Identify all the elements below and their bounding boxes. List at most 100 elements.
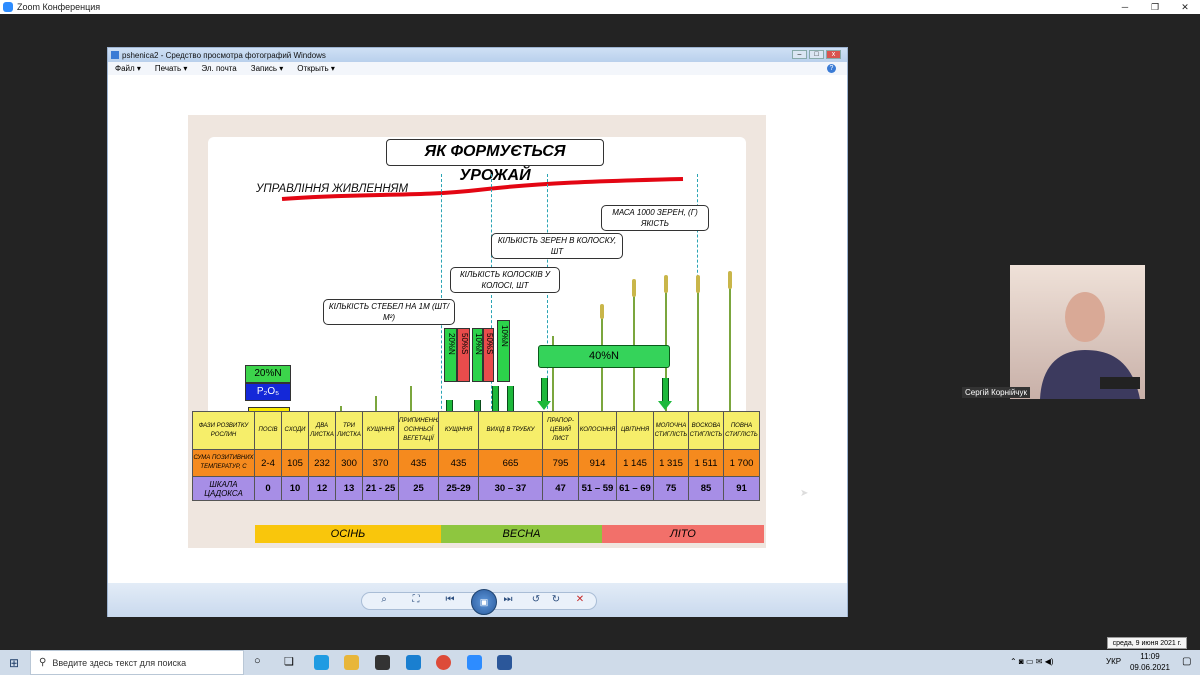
windows-taskbar: ⊞ ⚲ Введите здесь текст для поиска ○ ❏ ⌃…	[0, 650, 1200, 675]
phases-header: ФАЗИ РОЗВИТКУ РОСЛИН	[192, 411, 255, 450]
zadoks-cell: 25	[398, 476, 439, 501]
slide-card: ЯК ФОРМУЄТЬСЯ УРОЖАЙ УПРАВЛІННЯ ЖИВЛЕННЯ…	[208, 137, 746, 429]
zadoks-cell: 25-29	[438, 476, 479, 501]
actual-size-icon[interactable]: ⛶	[408, 594, 424, 605]
temp-cell: 1 700	[723, 449, 760, 477]
phases-table: ФАЗИ РОЗВИТКУ РОСЛИН ПОСІВ СХОДИ ДВА ЛИС…	[192, 411, 760, 501]
temp-cell: 1 145	[616, 449, 654, 477]
zadoks-cell: 75	[653, 476, 689, 501]
temp-cell: 665	[478, 449, 543, 477]
windows-start-icon[interactable]: ⊞	[9, 656, 19, 670]
temp-cell: 435	[398, 449, 439, 477]
zadoks-cell: 10	[281, 476, 309, 501]
delete-icon[interactable]: ✕	[572, 594, 588, 605]
mail-icon[interactable]	[406, 655, 421, 670]
zadoks-cell: 13	[335, 476, 363, 501]
help-icon[interactable]: ?	[827, 64, 836, 73]
previous-icon[interactable]: ⏮	[442, 594, 458, 605]
zoom-window-title: Zoom Конференция	[17, 2, 101, 12]
temp-cell: 435	[438, 449, 479, 477]
participant-silhouette	[1040, 292, 1140, 399]
edge-icon[interactable]	[314, 655, 329, 670]
n-bar: 10%N	[472, 328, 483, 382]
restore-button[interactable]: ❐	[1140, 0, 1170, 14]
callout-stems: КІЛЬКІСТЬ СТЕБЕЛ НА 1М (ШТ/М²)	[323, 299, 455, 325]
temp-cell: 1 511	[688, 449, 724, 477]
zadoks-cell: 47	[542, 476, 579, 501]
viewer-title-bar: pshenica2 - Средство просмотра фотографи…	[108, 48, 847, 62]
clock-date[interactable]: 09.06.2021	[1128, 663, 1172, 672]
menu-email[interactable]: Эл. почта	[201, 64, 236, 73]
viewer-image-area: ЯК ФОРМУЄТЬСЯ УРОЖАЙ УПРАВЛІННЯ ЖИВЛЕННЯ…	[108, 75, 847, 583]
menu-burn[interactable]: Запись ▾	[251, 64, 284, 73]
s-bar: 50%S	[483, 328, 494, 382]
slide-image: ЯК ФОРМУЄТЬСЯ УРОЖАЙ УПРАВЛІННЯ ЖИВЛЕННЯ…	[188, 115, 766, 548]
temp-cell: 105	[281, 449, 309, 477]
temp-cell: 2-4	[254, 449, 282, 477]
taskbar-search[interactable]: ⚲ Введите здесь текст для поиска	[30, 650, 244, 675]
phase-cell: КУЩІННЯ	[362, 411, 399, 450]
zadoks-cell: 21 - 25	[362, 476, 399, 501]
wheat-plant	[716, 269, 742, 427]
task-view-icon[interactable]: ❏	[284, 655, 294, 668]
wheat-plant	[684, 272, 710, 427]
rotate-left-icon[interactable]: ↺	[528, 594, 544, 605]
next-icon[interactable]: ⏭	[500, 594, 516, 605]
zadoks-cell: 12	[308, 476, 336, 501]
chrome-icon[interactable]	[436, 655, 451, 670]
notifications-icon[interactable]: ▢	[1182, 656, 1191, 667]
green-down-arrow-icon	[503, 386, 517, 422]
phase-cell: ЦВІТІННЯ	[616, 411, 654, 450]
zoom-app-icon[interactable]	[467, 655, 482, 670]
callout-mass: МАСА 1000 ЗЕРЕН, (Г) ЯКІСТЬ	[601, 205, 709, 231]
slide-title: ЯК ФОРМУЄТЬСЯ УРОЖАЙ	[386, 139, 604, 184]
zadoks-cell: 91	[723, 476, 760, 501]
zoom-title-bar: Zoom Конференция ─ ❐ ✕	[0, 0, 1200, 14]
zadoks-cell: 85	[688, 476, 724, 501]
viewer-close-button[interactable]: x	[826, 50, 841, 59]
phase-cell: ПРИПИНЕННЯ ОСІННЬОЇ ВЕГЕТАЦІЇ	[398, 411, 439, 450]
tray-icons[interactable]: ⌃ ◙ ▭ ✉ ◀)	[1010, 657, 1054, 666]
phase-cell: ТРИ ЛИСТКА	[335, 411, 363, 450]
menu-print[interactable]: Печать ▾	[155, 64, 187, 73]
season-summer: ЛІТО	[602, 525, 764, 543]
zadoks-cell: 51 – 59	[578, 476, 617, 501]
green-down-arrow-icon	[658, 378, 672, 410]
forty-percent-n-bar: 40%N	[538, 345, 670, 368]
nutrition-red-curve	[281, 177, 684, 201]
minimize-button[interactable]: ─	[1110, 0, 1140, 14]
temp-cell: 232	[308, 449, 336, 477]
green-down-arrow-icon	[488, 386, 502, 422]
participant-video[interactable]: Сергій Корнійчук	[962, 265, 1145, 399]
temps-header: СУМА ПОЗИТИВНИХ ТЕМПЕРАТУР, С	[192, 449, 255, 477]
store-icon[interactable]	[375, 655, 390, 670]
zoom-icon[interactable]: ⌕	[376, 594, 392, 605]
callout-spikelets: КІЛЬКІСТЬ КОЛОСКІВ У КОЛОСІ, ШТ	[450, 267, 560, 293]
temp-cell: 795	[542, 449, 579, 477]
phase-cell: ВОСКОВА СТИГЛІСТЬ	[688, 411, 724, 450]
language-indicator[interactable]: УКР	[1106, 657, 1121, 666]
viewer-minimize-button[interactable]: –	[792, 50, 807, 59]
search-icon: ⚲	[39, 657, 47, 668]
slideshow-button[interactable]: ▣	[471, 589, 497, 615]
p-fertilizer-block: P₂O₅	[245, 383, 291, 401]
clock-time[interactable]: 11:09	[1130, 652, 1170, 661]
menu-file[interactable]: Файл ▾	[115, 64, 141, 73]
phase-cell: ДВА ЛИСТКА	[308, 411, 336, 450]
close-button[interactable]: ✕	[1170, 0, 1200, 14]
rotate-right-icon[interactable]: ↻	[548, 594, 564, 605]
n-bar: 20%N	[444, 328, 457, 382]
participant-name: Сергій Корнійчук	[962, 387, 1030, 398]
callout-grains: КІЛЬКІСТЬ ЗЕРЕН В КОЛОСКУ, ШТ	[491, 233, 623, 259]
zadoks-cell: 0	[254, 476, 282, 501]
phase-cell: ПОСІВ	[254, 411, 282, 450]
menu-open[interactable]: Открыть ▾	[297, 64, 335, 73]
zadoks-header: ШКАЛА ЦАДОКСА	[192, 476, 255, 501]
cortana-icon[interactable]: ○	[254, 655, 261, 667]
season-autumn: ОСІНЬ	[255, 525, 441, 543]
viewer-title: pshenica2 - Средство просмотра фотографи…	[122, 50, 326, 60]
viewer-maximize-button[interactable]: □	[809, 50, 824, 59]
n-fertilizer-block: 20%N	[245, 365, 291, 383]
explorer-icon[interactable]	[344, 655, 359, 670]
word-icon[interactable]	[497, 655, 512, 670]
